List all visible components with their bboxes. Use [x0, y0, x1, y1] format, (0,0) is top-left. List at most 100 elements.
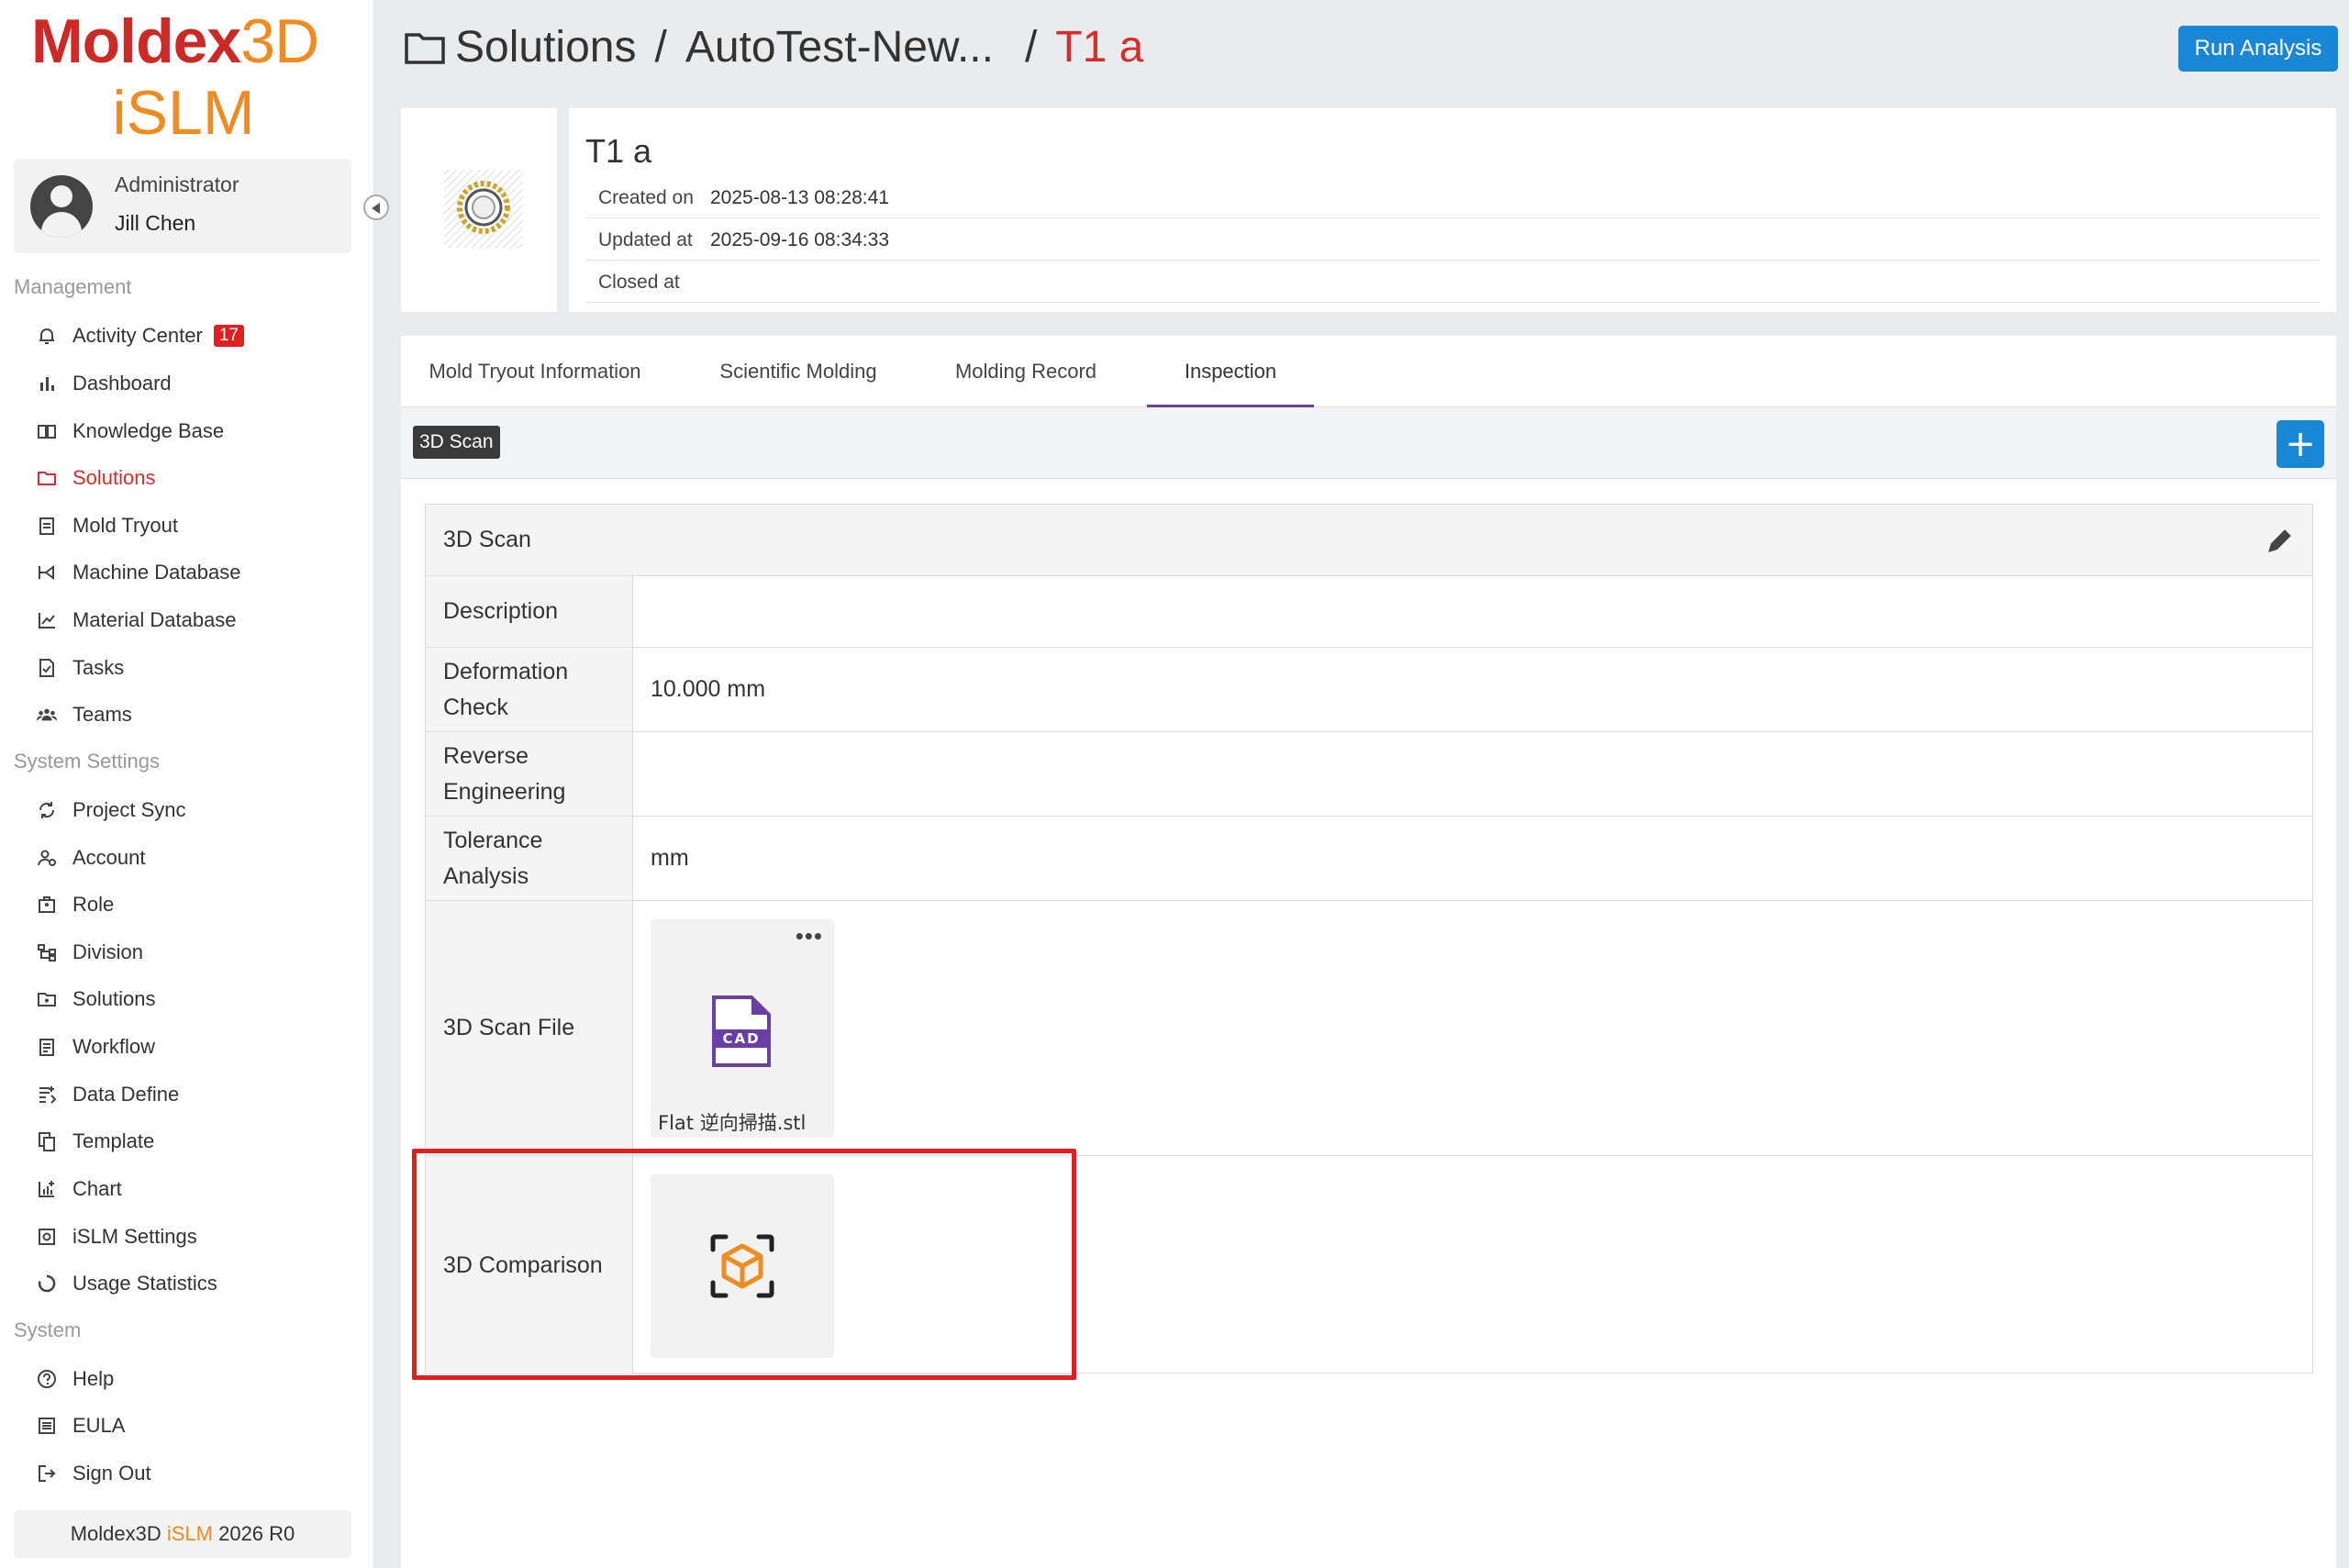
section-system: System [14, 1318, 82, 1341]
category-chip-3d-scan[interactable]: 3D Scan [413, 426, 500, 459]
account-icon [37, 848, 57, 868]
run-analysis-button[interactable]: Run Analysis [2178, 26, 2338, 72]
sidebar-item-usage-statistics[interactable]: Usage Statistics [37, 1265, 349, 1302]
bell-icon [37, 326, 57, 346]
section-management: Management [14, 275, 132, 298]
tab-inspection[interactable]: Inspection [1147, 336, 1314, 407]
add-button[interactable]: + [2277, 420, 2324, 468]
sidebar-item-project-sync[interactable]: Project Sync [37, 792, 349, 828]
info-row-created: Created on 2025-08-13 08:28:41 [585, 178, 2320, 218]
sidebar-collapse-button[interactable] [363, 195, 389, 220]
sidebar-item-label: Usage Statistics [72, 1272, 217, 1295]
sidebar-item-label: Solutions [72, 466, 156, 489]
logo-text-islm: iSLM [112, 78, 255, 148]
avatar [30, 175, 93, 238]
user-card[interactable]: Administrator Jill Chen [14, 159, 351, 253]
data-define-icon [37, 1084, 57, 1105]
inspection-toolbar: 3D Scan + [401, 407, 2336, 479]
info-row-updated: Updated at 2025-09-16 08:34:33 [585, 220, 2320, 261]
row-deformation-check: Deformation Check 10.000 mm [426, 648, 2312, 732]
sidebar-item-label: Teams [72, 703, 132, 726]
sidebar-item-solutions-settings[interactable]: Solutions [37, 981, 349, 1018]
row-label: Tolerance Analysis [426, 817, 633, 900]
usage-icon [37, 1273, 57, 1294]
notification-badge: 17 [213, 325, 244, 347]
sidebar-item-teams[interactable]: Teams [37, 696, 349, 733]
sidebar-item-label: Mold Tryout [72, 514, 178, 537]
breadcrumb-solutions[interactable]: Solutions [455, 22, 636, 72]
tab-bar: Mold Tryout Information Scientific Moldi… [401, 336, 2336, 407]
sidebar-item-label: Template [72, 1129, 155, 1152]
sidebar-item-role[interactable]: Role [37, 886, 349, 923]
trial-title: T1 a [585, 132, 652, 170]
sidebar-item-tasks[interactable]: Tasks [37, 650, 349, 686]
sidebar-item-account[interactable]: Account [37, 840, 349, 876]
sidebar-item-mold-tryout[interactable]: Mold Tryout [37, 507, 349, 544]
tab-molding-record[interactable]: Molding Record [950, 336, 1102, 407]
role-icon [37, 895, 57, 915]
row-label: Reverse Engineering [426, 732, 633, 816]
section-system-settings: System Settings [14, 750, 160, 773]
sidebar-item-division[interactable]: Division [37, 934, 349, 971]
sidebar-item-sign-out[interactable]: Sign Out [37, 1455, 349, 1492]
sidebar-item-label: Account [72, 846, 146, 869]
thumbnail-card [401, 108, 557, 312]
file-name[interactable]: Flat 逆向掃描.stl [658, 1108, 806, 1136]
panel-header: 3D Scan [426, 505, 2312, 576]
book-icon [37, 421, 57, 441]
more-options-icon[interactable]: ••• [796, 924, 823, 948]
sidebar-item-machine-database[interactable]: Machine Database [37, 554, 349, 591]
sidebar-item-material-database[interactable]: Material Database [37, 602, 349, 639]
sidebar-item-islm-settings[interactable]: iSLM Settings [37, 1218, 349, 1255]
tab-mold-tryout-information[interactable]: Mold Tryout Information [423, 336, 647, 407]
tab-scientific-molding[interactable]: Scientific Molding [711, 336, 885, 407]
cad-file-icon: CAD [712, 995, 771, 1067]
row-description: Description [426, 576, 2312, 648]
sidebar-item-label: Data Define [72, 1083, 180, 1106]
breadcrumb-current: T1 a [1055, 23, 1144, 72]
row-3d-scan-file: 3D Scan File ••• CAD Flat 逆向掃描.stl [426, 901, 2312, 1156]
sidebar-item-label: Workflow [72, 1035, 156, 1058]
info-value: 2025-09-16 08:34:33 [710, 228, 889, 250]
sidebar-item-workflow[interactable]: Workflow [37, 1029, 349, 1065]
sidebar-item-label: Tasks [72, 656, 125, 679]
template-icon [37, 1131, 57, 1151]
sidebar-item-solutions[interactable]: Solutions [37, 460, 349, 496]
row-label: 3D Scan File [426, 901, 633, 1155]
help-icon [37, 1369, 57, 1389]
sign-out-icon [37, 1463, 57, 1484]
sidebar-item-eula[interactable]: EULA [37, 1407, 349, 1444]
file-card[interactable]: ••• CAD Flat 逆向掃描.stl [651, 919, 834, 1138]
sidebar-item-label: Knowledge Base [72, 419, 225, 442]
sidebar-item-label: Project Sync [72, 798, 186, 821]
sidebar-item-activity-center[interactable]: Activity Center 17 [37, 317, 349, 354]
sidebar-item-label: Division [72, 940, 144, 963]
eula-icon [37, 1416, 57, 1436]
info-row-closed: Closed at [585, 262, 2320, 303]
sidebar-item-label: Sign Out [72, 1462, 151, 1485]
pencil-icon[interactable] [2265, 525, 2296, 556]
sidebar-item-template[interactable]: Template [37, 1123, 349, 1160]
clipboard-icon [37, 516, 57, 536]
sidebar-item-label: Dashboard [72, 372, 172, 395]
row-reverse-engineering: Reverse Engineering [426, 732, 2312, 817]
sidebar-item-dashboard[interactable]: Dashboard [37, 365, 349, 402]
cad-badge-text: CAD [722, 1030, 760, 1047]
sidebar-item-help[interactable]: Help [37, 1361, 349, 1397]
sidebar-item-knowledge-base[interactable]: Knowledge Base [37, 413, 349, 450]
sidebar-item-label: Chart [72, 1177, 122, 1200]
sync-icon [37, 800, 57, 820]
settings-icon [37, 1227, 57, 1247]
division-icon [37, 942, 57, 962]
part-thumbnail [444, 170, 523, 249]
sidebar-item-data-define[interactable]: Data Define [37, 1076, 349, 1113]
breadcrumb-project[interactable]: AutoTest-New... [685, 22, 994, 72]
row-label: Description [426, 576, 633, 647]
workflow-icon [37, 1037, 57, 1057]
sidebar-item-label: iSLM Settings [72, 1225, 197, 1248]
panel-title: 3D Scan [443, 527, 531, 552]
task-icon [37, 658, 57, 678]
sidebar-item-chart[interactable]: Chart [37, 1171, 349, 1207]
user-role: Administrator [115, 172, 239, 196]
sidebar-item-label: Activity Center [72, 324, 203, 347]
